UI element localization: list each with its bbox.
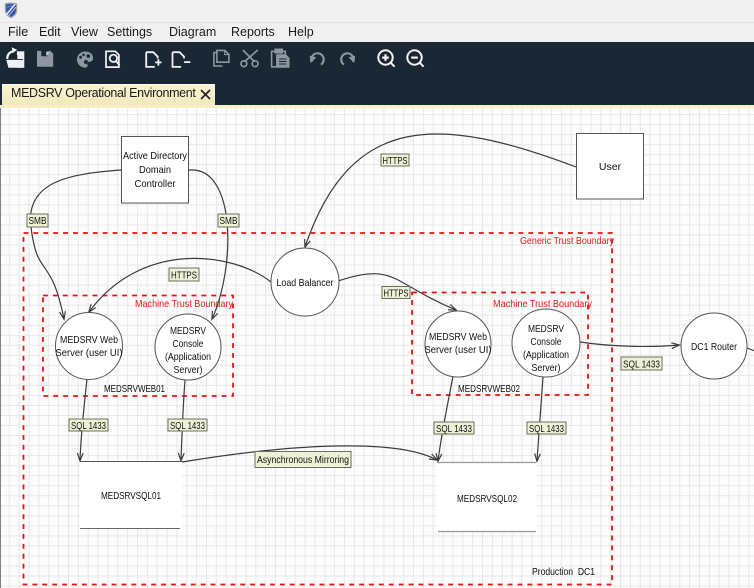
svg-text:SMB: SMB xyxy=(220,215,238,227)
svg-text:MEDSRV WebServer (user UI): MEDSRV Web Server (user UI) xyxy=(425,331,492,356)
svg-text:Production DC1: Production DC1 xyxy=(532,566,595,578)
svg-text:SQL 1433: SQL 1433 xyxy=(71,420,106,432)
svg-text:MEDSRVSQL02: MEDSRVSQL02 xyxy=(457,493,517,505)
svg-text:HTTPS: HTTPS xyxy=(171,270,197,282)
svg-text:MEDSRVSQL01: MEDSRVSQL01 xyxy=(101,490,161,502)
svg-text:HTTPS: HTTPS xyxy=(383,155,408,167)
svg-text:User: User xyxy=(599,161,622,173)
svg-text:Asynchronous Mirroring: Asynchronous Mirroring xyxy=(257,454,349,466)
svg-text:Generic Trust Boundary: Generic Trust Boundary xyxy=(520,235,615,247)
svg-text:HTTPS: HTTPS xyxy=(384,288,409,300)
svg-text:Machine Trust Boundary: Machine Trust Boundary xyxy=(493,298,593,310)
svg-text:SQL 1433: SQL 1433 xyxy=(529,423,564,435)
svg-text:MEDSRVWEB01: MEDSRVWEB01 xyxy=(104,383,165,395)
svg-text:MEDSRVWEB02: MEDSRVWEB02 xyxy=(458,383,520,395)
svg-text:DC1 Router: DC1 Router xyxy=(691,341,737,353)
svg-text:SQL 1433: SQL 1433 xyxy=(170,420,205,432)
svg-text:Load Balancer: Load Balancer xyxy=(277,277,334,289)
svg-text:SMB: SMB xyxy=(29,215,47,227)
svg-text:MEDSRV WebServer (user UI): MEDSRV Web Server (user UI) xyxy=(56,334,123,359)
svg-text:SQL 1433: SQL 1433 xyxy=(623,359,660,371)
svg-text:SQL 1433: SQL 1433 xyxy=(436,423,472,435)
